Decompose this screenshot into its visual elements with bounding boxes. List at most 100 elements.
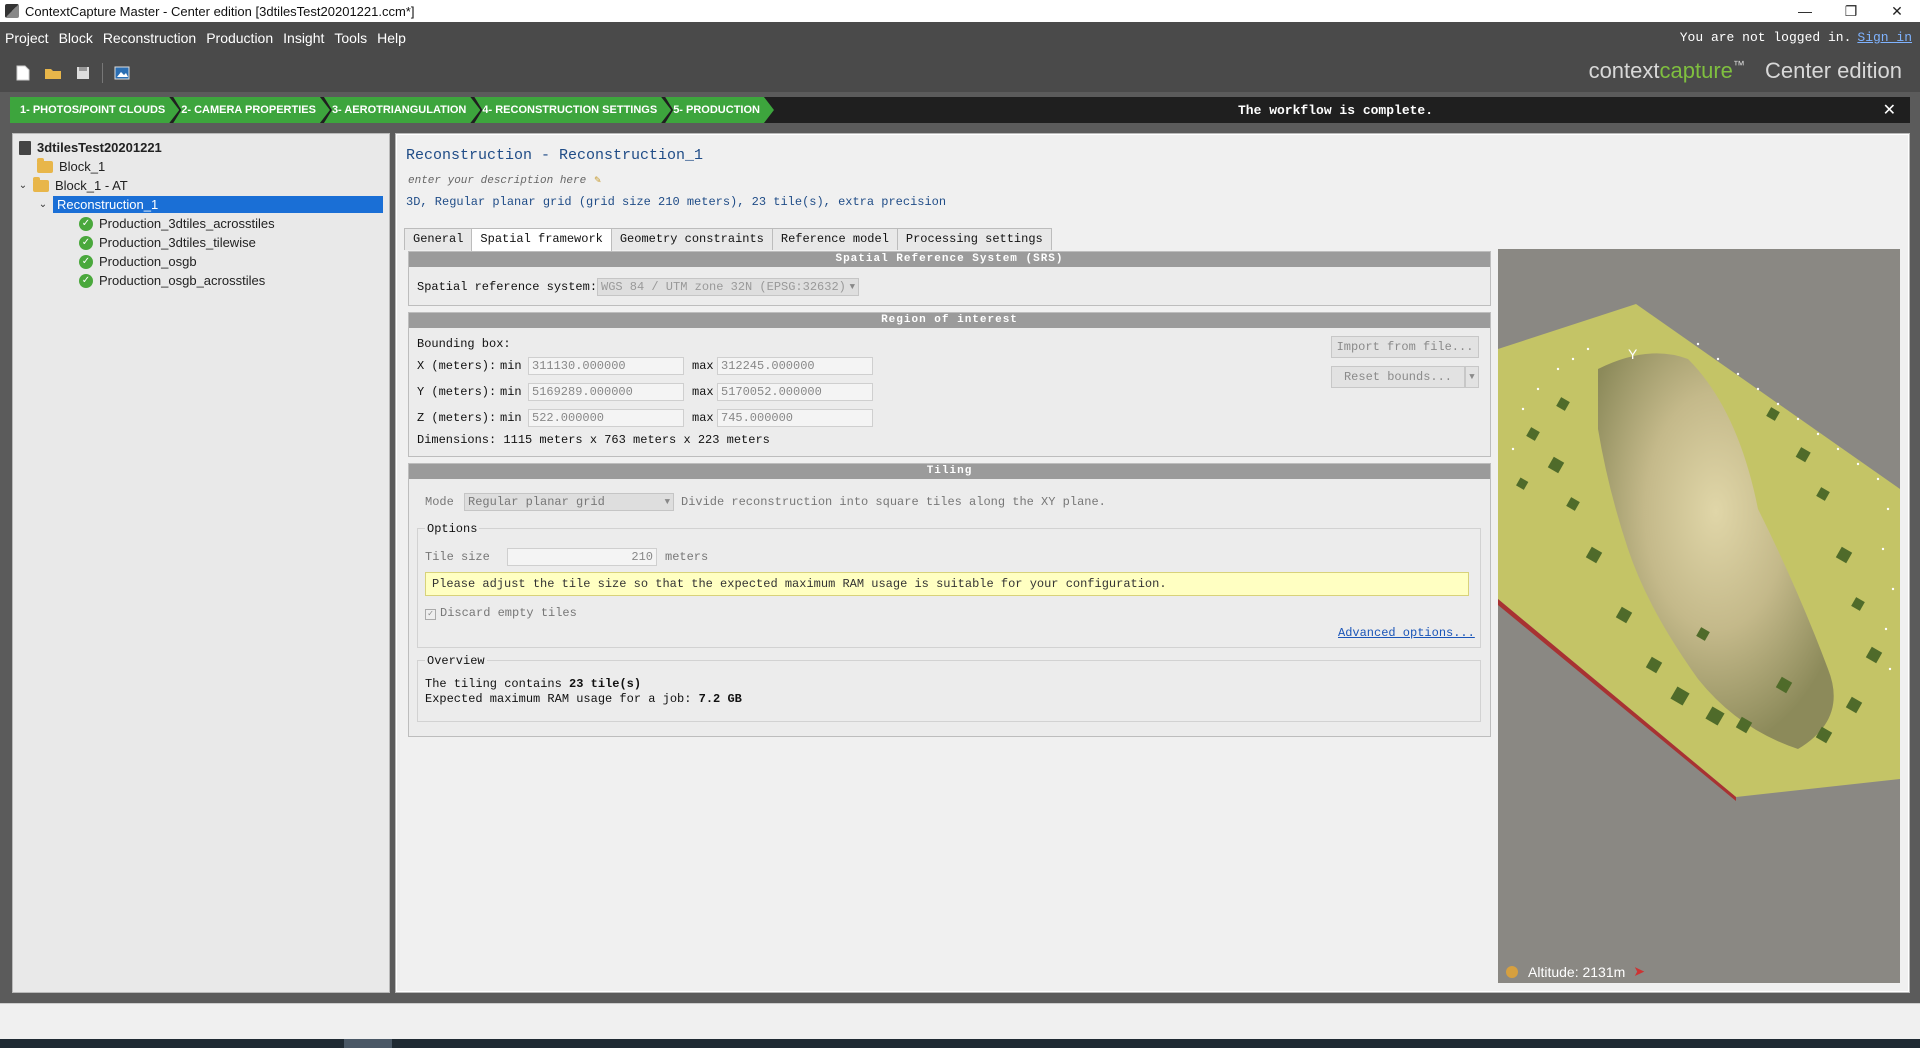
project-icon	[19, 140, 31, 155]
tab-reference-model[interactable]: Reference model	[771, 228, 898, 250]
menu-block[interactable]: Block	[54, 30, 98, 46]
tree-item-production[interactable]: ✓ Production_3dtiles_acrosstiles	[79, 214, 275, 233]
tile-size-unit: meters	[665, 550, 709, 564]
new-project-icon[interactable]	[14, 64, 32, 82]
srs-label: Spatial reference system:	[417, 280, 598, 294]
workflow-close-icon[interactable]: ✕	[1883, 100, 1896, 120]
tree-label-production: Production_osgb	[99, 254, 197, 269]
menu-tools[interactable]: Tools	[329, 30, 372, 46]
reset-bounds-dropdown[interactable]: ▼	[1465, 366, 1479, 388]
pencil-icon[interactable]: ✎	[594, 173, 601, 187]
overview-ram: Expected maximum RAM usage for a job: 7.…	[425, 692, 742, 706]
tree-item-production[interactable]: ✓ Production_osgb_acrosstiles	[79, 271, 265, 290]
menu-reconstruction[interactable]: Reconstruction	[98, 30, 201, 46]
mode-label: Mode	[425, 495, 454, 509]
menu-help[interactable]: Help	[372, 30, 411, 46]
y-max-field[interactable]: 5170052.000000	[717, 383, 873, 401]
chevron-down-icon: ▼	[849, 282, 855, 292]
checkbox-icon[interactable]: ✓	[425, 609, 436, 620]
workflow-step-production[interactable]: 5- PRODUCTION	[665, 97, 774, 123]
minimize-button[interactable]: —	[1782, 0, 1828, 22]
3d-viewer[interactable]: Y	[1498, 249, 1900, 983]
toolbar: contextcapture™ Center edition	[0, 54, 1920, 92]
app-icon	[5, 4, 19, 18]
x-min-field[interactable]: 311130.000000	[528, 357, 684, 375]
x-label: X (meters):	[417, 359, 497, 373]
workflow-step-aerotriangulation[interactable]: 3- AEROTRIANGULATION	[324, 97, 480, 123]
workflow-bar: 1- PHOTOS/POINT CLOUDS 2- CAMERA PROPERT…	[10, 97, 1910, 123]
window-title: ContextCapture Master - Center edition […	[25, 3, 415, 19]
menu-project[interactable]: Project	[0, 30, 54, 46]
y-min-field[interactable]: 5169289.000000	[528, 383, 684, 401]
discard-label: Discard empty tiles	[440, 606, 577, 620]
z-min-field[interactable]: 522.000000	[528, 409, 684, 427]
workflow-step-camera[interactable]: 2- CAMERA PROPERTIES	[173, 97, 330, 123]
taskbar-active-app[interactable]	[344, 1039, 392, 1048]
menu-insight[interactable]: Insight	[278, 30, 329, 46]
check-circle-icon: ✓	[79, 216, 93, 231]
region-of-interest-group: Region of interest Bounding box: X (mete…	[408, 312, 1491, 457]
menu-production[interactable]: Production	[201, 30, 278, 46]
folder-icon	[37, 157, 53, 173]
brand-capture: capture	[1659, 58, 1733, 83]
save-project-icon[interactable]	[74, 64, 92, 82]
title-bar: ContextCapture Master - Center edition […	[0, 0, 1920, 22]
advanced-options-link[interactable]: Advanced options...	[1338, 626, 1475, 640]
srs-value: WGS 84 / UTM zone 32N (EPSG:32632)	[601, 280, 846, 294]
tile-size-field[interactable]: 210	[507, 548, 657, 566]
restore-button[interactable]: ❐	[1828, 0, 1874, 22]
window-controls: — ❐ ✕	[1782, 0, 1920, 22]
workflow-step-reconstruction-settings[interactable]: 4- RECONSTRUCTION SETTINGS	[474, 97, 671, 123]
srs-select[interactable]: WGS 84 / UTM zone 32N (EPSG:32632) ▼	[597, 278, 859, 296]
tiling-group: Tiling Mode Regular planar grid ▼ Divide …	[408, 463, 1491, 737]
mode-value: Regular planar grid	[468, 495, 605, 509]
check-circle-icon: ✓	[79, 254, 93, 269]
toolbar-separator	[102, 63, 103, 83]
overview-ram-prefix: Expected maximum RAM usage for a job:	[425, 692, 699, 706]
workflow-status: The workflow is complete.	[1238, 102, 1434, 118]
menu-bar: Project Block Reconstruction Production …	[0, 22, 1920, 54]
tab-processing-settings[interactable]: Processing settings	[896, 228, 1052, 250]
open-project-icon[interactable]	[44, 64, 62, 82]
tree-item-block1[interactable]: Block_1	[37, 157, 105, 176]
import-from-file-button[interactable]: Import from file...	[1331, 336, 1479, 358]
close-window-button[interactable]: ✕	[1874, 0, 1920, 22]
tree-label-production: Production_osgb_acrosstiles	[99, 273, 266, 288]
x-max-label: max	[692, 359, 714, 373]
reconstruction-summary: 3D, Regular planar grid (grid size 210 m…	[406, 195, 947, 209]
mode-select[interactable]: Regular planar grid ▼	[464, 493, 674, 511]
y-label: Y (meters):	[417, 385, 497, 399]
tab-spatial-framework[interactable]: Spatial framework	[471, 228, 612, 251]
sign-in-link[interactable]: Sign in	[1857, 30, 1912, 45]
image-view-icon[interactable]	[113, 64, 131, 82]
tree-label-block-at: Block_1 - AT	[55, 178, 128, 193]
tree-item-block-at[interactable]: ⌄ Block_1 - AT	[17, 176, 128, 195]
z-max-field[interactable]: 745.000000	[717, 409, 873, 427]
discard-empty-tiles-checkbox[interactable]: ✓ Discard empty tiles	[425, 606, 577, 620]
chevron-down-icon[interactable]: ⌄	[37, 199, 49, 210]
chevron-down-icon: ▼	[1469, 372, 1475, 382]
tree-item-project[interactable]: 3dtilesTest20201221	[19, 138, 162, 157]
spatial-framework-content: Spatial Reference System (SRS) Spatial r…	[408, 251, 1491, 861]
z-min-label: min	[500, 411, 522, 425]
y-min-label: min	[500, 385, 522, 399]
altitude-readout: Altitude: 2131m ➤	[1498, 960, 1900, 983]
brand-logo: contextcapture™ Center edition	[1589, 58, 1902, 84]
tree-item-reconstruction[interactable]: ⌄ Reconstruction_1	[37, 195, 383, 214]
x-min-label: min	[500, 359, 522, 373]
chevron-down-icon[interactable]: ⌄	[17, 180, 29, 191]
check-circle-icon: ✓	[79, 235, 93, 250]
page-title: Reconstruction - Reconstruction_1	[406, 147, 704, 164]
tab-bar: General Spatial framework Geometry const…	[404, 228, 1052, 251]
tree-item-production[interactable]: ✓ Production_3dtiles_tilewise	[79, 233, 256, 252]
brand-context: context	[1588, 58, 1660, 83]
srs-group: Spatial Reference System (SRS) Spatial r…	[408, 251, 1491, 306]
x-max-field[interactable]: 312245.000000	[717, 357, 873, 375]
tree-item-production[interactable]: ✓ Production_osgb	[79, 252, 197, 271]
check-circle-icon: ✓	[79, 273, 93, 288]
tab-general[interactable]: General	[404, 228, 473, 250]
description-field[interactable]: enter your description here ✎	[408, 173, 601, 187]
reset-bounds-button[interactable]: Reset bounds...	[1331, 366, 1465, 388]
tab-geometry-constraints[interactable]: Geometry constraints	[610, 228, 773, 250]
workflow-step-photos[interactable]: 1- PHOTOS/POINT CLOUDS	[10, 97, 179, 123]
